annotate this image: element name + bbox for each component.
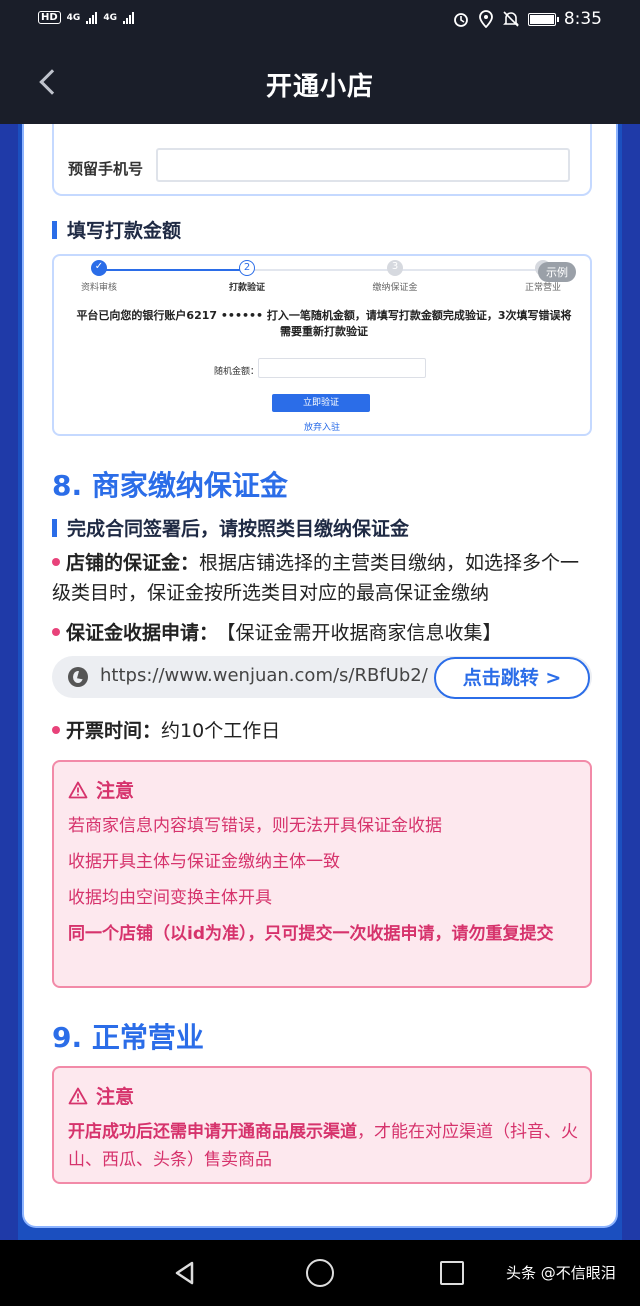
- step-label: 正常营业: [524, 283, 561, 293]
- payment-screenshot: ✓ 资料审核 2 打款验证 3 缴纳保证金 正常营业 示例 平台已向您的银行账户…: [52, 254, 592, 436]
- notice-strong: 开店成功后还需申请开通商品展示渠道: [68, 1122, 357, 1142]
- notice-strong-item: 同一个店铺（以id为准），只可提交一次收据申请，请勿重复提交: [68, 924, 554, 944]
- nav-back-icon[interactable]: [172, 1260, 198, 1286]
- phone-label: 预留手机号: [68, 160, 144, 178]
- jump-button[interactable]: 点击跳转 >: [434, 657, 590, 699]
- location-icon: [478, 10, 493, 28]
- notice-box-1: 注意 若商家信息内容填写错误，则无法开具保证金收据 收据开具主体与保证金缴纳主体…: [52, 760, 592, 988]
- notice-title: 注意: [68, 1082, 134, 1109]
- content-card: 预留手机号 填写打款金额 ✓ 资料审核 2 打款验证 3 缴纳保证金 正常营业 …: [22, 124, 618, 1228]
- invoice-item: 开票时间：约10个工作日: [52, 716, 592, 746]
- status-time: 8:35: [563, 9, 602, 29]
- signal-icon: [86, 11, 98, 24]
- step-number: 2: [239, 260, 255, 276]
- sample-badge: 示例: [538, 262, 576, 282]
- payment-message: 平台已向您的银行账户6217 •••••• 打入一笔随机金额，请填写打款金额完成…: [76, 309, 572, 338]
- bullet-dot: [52, 557, 60, 566]
- warning-icon: [68, 1087, 88, 1104]
- mute-icon: [502, 11, 519, 27]
- notice-channel-text: 开店成功后还需申请开通商品展示渠道，才能在对应渠道（抖音、火山、西瓜、头条）售卖…: [68, 1118, 580, 1174]
- step-label: 打款验证: [228, 283, 265, 293]
- step-3: 3 缴纳保证金: [350, 260, 440, 293]
- check-icon: ✓: [91, 260, 107, 276]
- network-label-1: 4G: [66, 12, 81, 23]
- hd-icon: HD: [38, 11, 61, 24]
- bullet-dot: [52, 725, 60, 734]
- shop-deposit-item: 店铺的保证金：根据店铺选择的主营类目缴纳，如选择多个一级类目时，保证金按所选类目…: [52, 548, 592, 608]
- deposit-heading: 8. 商家缴纳保证金: [52, 469, 288, 502]
- step-number: 3: [387, 260, 403, 276]
- shop-deposit-label: 店铺的保证金：: [66, 552, 200, 574]
- notice-box-2: 注意 开店成功后还需申请开通商品展示渠道，才能在对应渠道（抖音、火山、西瓜、头条…: [52, 1066, 592, 1184]
- globe-icon: [68, 667, 88, 687]
- notice-title-text: 注意: [96, 780, 135, 802]
- network-label-2: 4G: [103, 12, 117, 23]
- step-2: 2 打款验证: [202, 260, 292, 293]
- phone-section: 预留手机号: [52, 124, 592, 196]
- receipt-label: 保证金收据申请：: [66, 622, 219, 644]
- notice-title-text: 注意: [96, 1086, 135, 1108]
- payment-heading-text: 填写打款金额: [67, 220, 182, 242]
- navigation-bar: 头条 @不信眼泪: [0, 1240, 640, 1306]
- notice-title: 注意: [68, 776, 134, 803]
- heading-bar: [52, 220, 57, 239]
- verify-button[interactable]: 立即验证: [272, 394, 370, 412]
- content-frame[interactable]: 预留手机号 填写打款金额 ✓ 资料审核 2 打款验证 3 缴纳保证金 正常营业 …: [0, 124, 640, 1240]
- status-bar: HD 4G 4G 8:35: [0, 0, 640, 40]
- watermark: 头条 @不信眼泪: [506, 1264, 616, 1282]
- title-bar: 开通小店: [0, 40, 640, 124]
- invoice-text: 约10个工作日: [161, 720, 281, 742]
- bullet-dot: [52, 627, 60, 636]
- notice-item: 若商家信息内容填写错误，则无法开具保证金收据: [68, 816, 442, 836]
- warning-icon: [68, 781, 88, 798]
- phone-input[interactable]: [156, 148, 570, 182]
- amount-input[interactable]: [258, 358, 426, 378]
- step-label: 缴纳保证金: [372, 283, 418, 293]
- status-left: HD 4G 4G: [38, 11, 134, 24]
- step-1: ✓ 资料审核: [54, 260, 144, 293]
- url-text: https://www.wenjuan.com/s/RBfUb2/: [100, 665, 428, 686]
- signal-icon-2: [122, 11, 134, 24]
- deposit-subheading-text: 完成合同签署后，请按照类目缴纳保证金: [67, 518, 410, 540]
- deposit-subheading: 完成合同签署后，请按照类目缴纳保证金: [52, 514, 409, 541]
- payment-heading: 填写打款金额: [52, 216, 181, 243]
- notice-item: 收据开具主体与保证金缴纳主体一致: [68, 852, 340, 872]
- abandon-link[interactable]: 放弃入驻: [54, 420, 590, 433]
- battery-icon: [527, 12, 559, 26]
- receipt-item: 保证金收据申请： 【保证金需开收据商家信息收集】: [52, 618, 592, 648]
- notice-item: 收据均由空间变换主体开具: [68, 888, 272, 908]
- page-title: 开通小店: [265, 72, 374, 102]
- nav-recent-icon[interactable]: [440, 1261, 464, 1285]
- step-label: 资料审核: [80, 283, 117, 293]
- receipt-text: 【保证金需开收据商家信息收集】: [226, 622, 502, 644]
- amount-label: 随机金额：: [214, 367, 260, 377]
- steps-line: [98, 269, 548, 271]
- invoice-label: 开票时间：: [66, 720, 162, 742]
- business-heading: 9. 正常营业: [52, 1021, 204, 1054]
- alarm-icon: [453, 13, 468, 27]
- status-right: 8:35: [452, 9, 602, 29]
- heading-bar: [52, 518, 57, 537]
- nav-home-icon[interactable]: [306, 1259, 334, 1287]
